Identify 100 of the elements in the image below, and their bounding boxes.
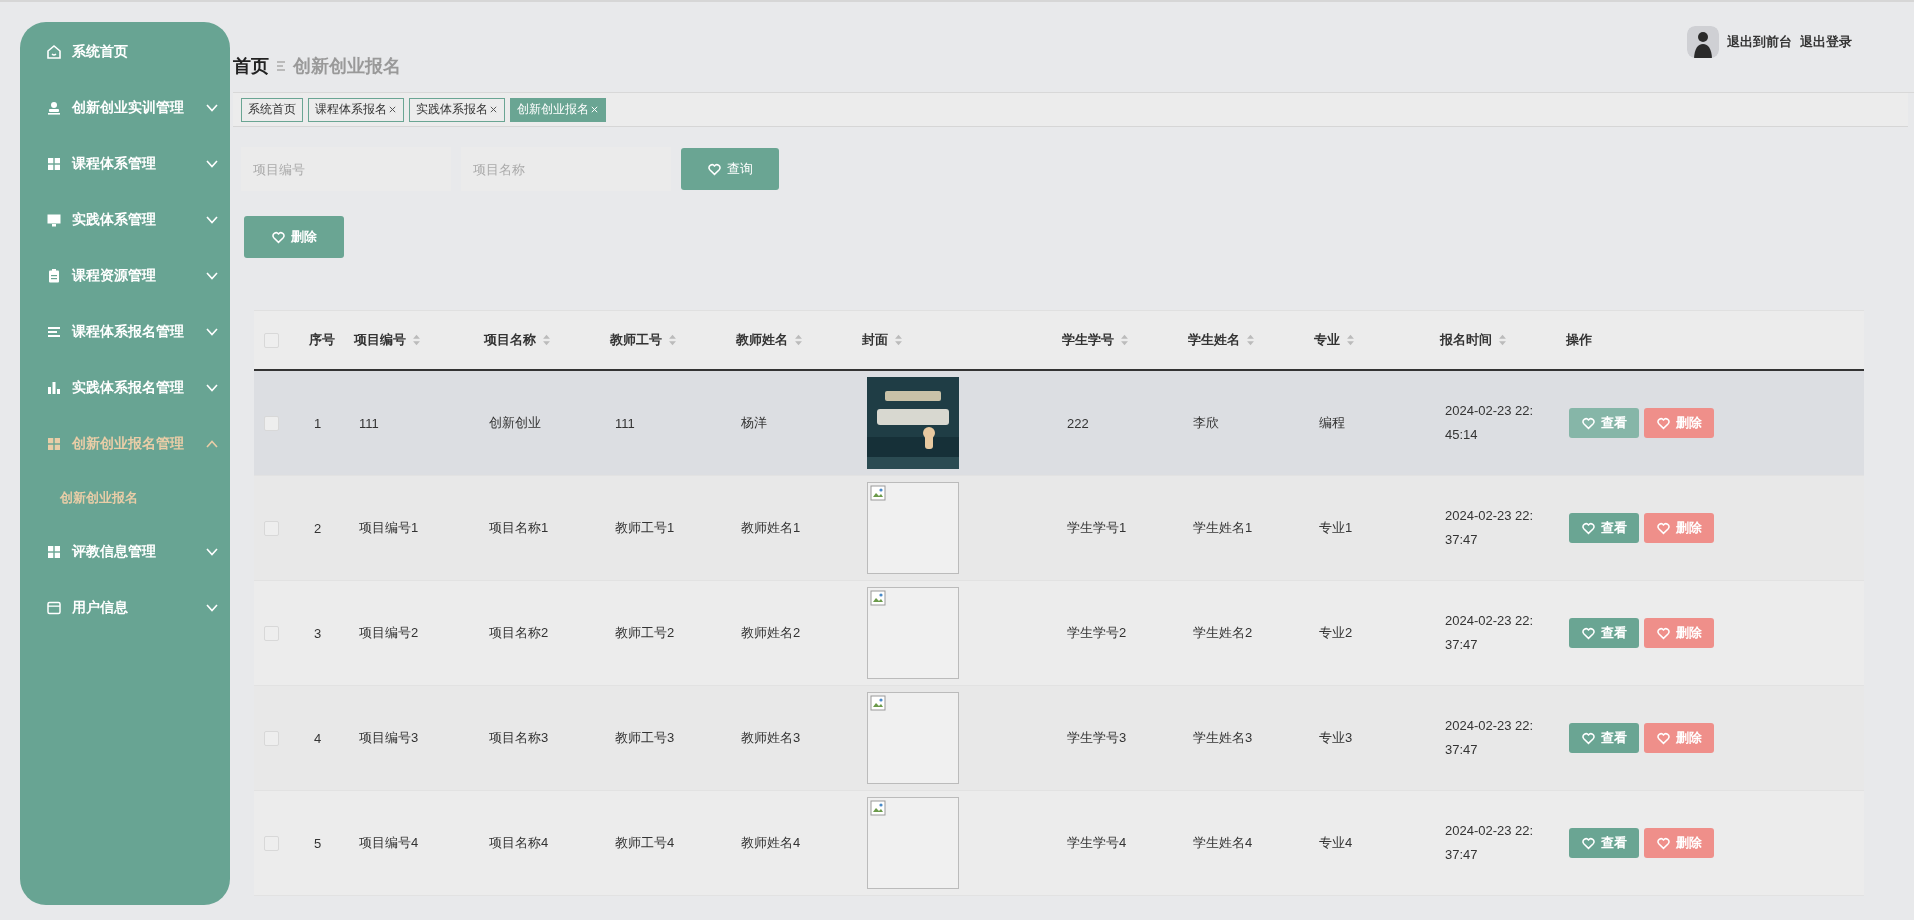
column-header: 学生学号 — [1062, 331, 1114, 349]
heart-icon — [707, 162, 721, 176]
table-row[interactable]: 5 项目编号4 项目名称4 教师工号4 教师姓名4 学生学号4 学生姓名4 专业4 2024-02-23 22:37:47 查看 删除 — [254, 791, 1864, 896]
table-row[interactable]: 4 项目编号3 项目名称3 教师工号3 教师姓名3 学生学号3 学生姓名3 专业3 2024-02-23 22:37:47 查看 删除 — [254, 686, 1864, 791]
delete-button[interactable]: 删除 — [1644, 618, 1714, 648]
table-cell: 教师姓名4 — [741, 835, 801, 850]
sort-icon[interactable] — [894, 334, 903, 346]
heart-icon — [1581, 521, 1595, 535]
heart-icon — [1581, 626, 1595, 640]
table-cell-text: 2024-02-23 22:37:47 — [1445, 822, 1535, 864]
view-button[interactable]: 查看 — [1569, 513, 1639, 543]
submenu-item[interactable]: 创新创业报名 — [20, 472, 230, 524]
column-header: 操作 — [1566, 331, 1592, 349]
sort-icon[interactable] — [668, 334, 677, 346]
table-cell: 2 — [314, 520, 322, 536]
sidebar-item[interactable]: 实践体系管理 — [20, 192, 230, 248]
table-cell: 项目编号4 — [359, 835, 419, 850]
clipboard-icon — [46, 268, 62, 284]
search-button[interactable]: 查询 — [681, 148, 779, 190]
table-cell: 项目编号1 — [359, 520, 419, 535]
table-cell: 教师工号2 — [615, 625, 675, 640]
view-button[interactable]: 查看 — [1569, 723, 1639, 753]
sort-icon[interactable] — [1346, 334, 1355, 346]
broken-image-icon — [870, 800, 886, 816]
monitor-icon — [46, 212, 62, 228]
sort-icon[interactable] — [794, 334, 803, 346]
card-icon — [46, 600, 62, 616]
heart-icon — [1656, 731, 1670, 745]
home-icon — [46, 44, 62, 60]
heart-icon — [1581, 416, 1595, 430]
table-cell: 222 — [1067, 415, 1089, 431]
sidebar-item[interactable]: 评教信息管理 — [20, 524, 230, 580]
grid-icon — [46, 436, 62, 452]
list-icon — [46, 324, 62, 340]
table-cell: 专业1 — [1319, 520, 1353, 535]
table-cell: 3 — [314, 625, 322, 641]
sort-icon[interactable] — [412, 334, 421, 346]
page-tab[interactable]: 课程体系报名 — [308, 97, 404, 122]
page-tab[interactable]: 创新创业报名 — [510, 97, 606, 122]
table-cell: 111 — [615, 415, 635, 431]
table-cell: 项目编号3 — [359, 730, 419, 745]
table-cell: 4 — [314, 730, 322, 746]
sidebar-item[interactable]: 课程体系管理 — [20, 136, 230, 192]
column-header: 教师工号 — [610, 331, 662, 349]
delete-button[interactable]: 删除 — [1644, 828, 1714, 858]
sort-icon[interactable] — [1246, 334, 1255, 346]
table-cell: 项目名称2 — [489, 625, 549, 640]
table-cell: 学生学号3 — [1067, 730, 1127, 745]
close-icon[interactable] — [489, 105, 498, 114]
column-header: 封面 — [862, 331, 888, 349]
user-link[interactable]: 退出登录 — [1800, 33, 1852, 51]
delete-button[interactable]: 删除 — [244, 216, 344, 258]
delete-button[interactable]: 删除 — [1644, 513, 1714, 543]
view-button[interactable]: 查看 — [1569, 408, 1639, 438]
view-button[interactable]: 查看 — [1569, 828, 1639, 858]
table-cell: 学生姓名4 — [1193, 835, 1253, 850]
sidebar-item[interactable]: 实践体系报名管理 — [20, 360, 230, 416]
sidebar-item[interactable]: 创新创业实训管理 — [20, 80, 230, 136]
breadcrumb-home[interactable]: 首页 — [233, 54, 269, 78]
sidebar-item[interactable]: 创新创业报名管理 — [20, 416, 230, 472]
sidebar-item[interactable]: 课程资源管理 — [20, 248, 230, 304]
page-tab[interactable]: 系统首页 — [241, 97, 303, 122]
table-cell: 项目编号2 — [359, 625, 419, 640]
heart-icon — [1581, 836, 1595, 850]
sort-icon[interactable] — [542, 334, 551, 346]
table-cell: 教师姓名2 — [741, 625, 801, 640]
sidebar-item[interactable]: 用户信息 — [20, 580, 230, 636]
close-icon[interactable] — [388, 105, 397, 114]
grid-icon — [46, 156, 62, 172]
table-cell: 111 — [359, 415, 379, 431]
sidebar-item[interactable]: 课程体系报名管理 — [20, 304, 230, 360]
separator-icon — [277, 61, 285, 71]
delete-button[interactable]: 删除 — [1644, 723, 1714, 753]
avatar[interactable] — [1687, 26, 1719, 58]
table-cell: 专业3 — [1319, 730, 1353, 745]
table-cell-text: 2024-02-23 22:37:47 — [1445, 717, 1535, 759]
user-link[interactable]: 退出到前台 — [1727, 33, 1792, 51]
table-cell: 学生学号2 — [1067, 625, 1127, 640]
table-row[interactable]: 3 项目编号2 项目名称2 教师工号2 教师姓名2 学生学号2 学生姓名2 专业2 2024-02-23 22:37:47 查看 删除 — [254, 581, 1864, 686]
heart-icon — [1656, 836, 1670, 850]
table-cell: 教师工号1 — [615, 520, 675, 535]
table-cell: 专业2 — [1319, 625, 1353, 640]
table-row[interactable]: 2 项目编号1 项目名称1 教师工号1 教师姓名1 学生学号1 学生姓名1 专业1 2024-02-23 22:37:47 查看 删除 — [254, 476, 1864, 581]
breadcrumb-current: 创新创业报名 — [293, 55, 401, 78]
delete-button[interactable]: 删除 — [1644, 408, 1714, 438]
sort-icon[interactable] — [1498, 334, 1507, 346]
table-cell: 教师姓名1 — [741, 520, 801, 535]
table-cell-text: 2024-02-23 22:37:47 — [1445, 507, 1535, 549]
view-button[interactable]: 查看 — [1569, 618, 1639, 648]
bar-chart-icon — [46, 380, 62, 396]
sort-icon[interactable] — [1120, 334, 1129, 346]
table-row[interactable]: 1 111 创新创业 111 杨洋 222 李欣 编程 2024-02-23 22:45:14 查看 删除 — [254, 371, 1864, 476]
broken-image-icon — [870, 590, 886, 606]
sidebar-item[interactable]: 系统首页 — [20, 24, 230, 80]
table-cell: 学生姓名2 — [1193, 625, 1253, 640]
table-cell: 项目名称1 — [489, 520, 549, 535]
table-cell: 学生学号1 — [1067, 520, 1127, 535]
column-header: 序号 — [309, 331, 335, 349]
heart-icon — [271, 230, 285, 244]
page-tab[interactable]: 实践体系报名 — [409, 97, 505, 122]
